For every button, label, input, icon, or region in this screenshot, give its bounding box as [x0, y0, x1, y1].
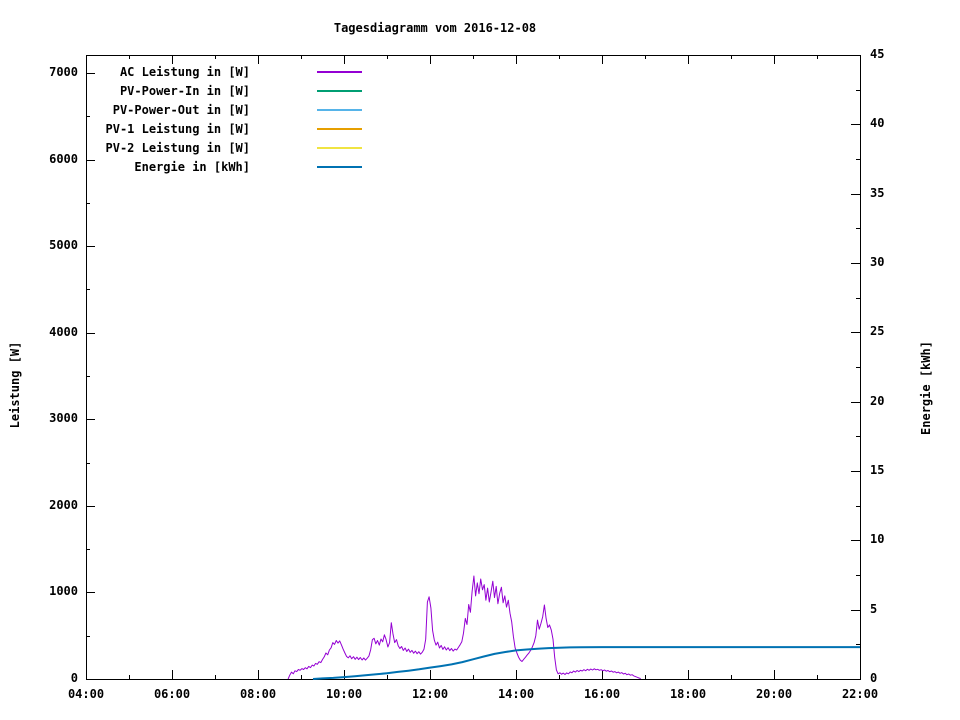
- x-tick-label: 18:00: [669, 687, 707, 701]
- right-y-tick-label: 45: [870, 47, 885, 61]
- legend-swatch: [317, 128, 362, 130]
- x-tick-label: 22:00: [841, 687, 879, 701]
- x-tick-label: 10:00: [325, 687, 363, 701]
- legend-swatch: [317, 166, 362, 168]
- left-y-tick-label: 3000: [49, 411, 78, 426]
- right-y-tick-label: 20: [870, 393, 885, 408]
- right-y-tick-label: 35: [870, 185, 885, 200]
- right-y-tick-label: 15: [870, 463, 885, 477]
- right-y-tick-label: 40: [870, 116, 885, 131]
- left-y-tick-label: 5000: [49, 238, 78, 253]
- series-line-5: [312, 646, 860, 680]
- right-y-tick-label: 5: [870, 601, 878, 616]
- right-y-tick-label: 30: [870, 255, 885, 269]
- right-axis-title: Energie [kWh]: [919, 341, 933, 435]
- x-tick-label: 08:00: [239, 687, 277, 701]
- chart-title: Tagesdiagramm vom 2016-12-08: [333, 21, 537, 35]
- legend-label: AC Leistung in [W]: [119, 65, 250, 79]
- legend-swatch: [317, 90, 362, 92]
- x-tick-label: 04:00: [67, 687, 105, 701]
- x-tick-label: 12:00: [411, 687, 449, 701]
- x-tick-label: 06:00: [153, 687, 191, 701]
- legend-swatch: [317, 71, 362, 73]
- x-tick-label: 16:00: [583, 687, 621, 701]
- left-y-tick-label: 2000: [49, 497, 78, 512]
- chart-canvas: Tagesdiagramm vom 2016-12-08 Leistung [W…: [0, 0, 960, 720]
- legend-label: Energie in [kWh]: [134, 160, 250, 174]
- left-axis-title: Leistung [W]: [8, 341, 22, 429]
- legend-label: PV-2 Leistung in [W]: [105, 141, 251, 155]
- right-y-tick-label: 0: [870, 671, 878, 685]
- right-y-tick-label: 10: [870, 532, 885, 547]
- legend-swatch: [317, 109, 362, 111]
- left-y-tick-label: 0: [70, 671, 78, 685]
- legend-swatch: [317, 147, 362, 149]
- series-line-0: [287, 575, 641, 680]
- right-y-tick-label: 25: [870, 324, 885, 339]
- x-tick-label: 20:00: [755, 687, 793, 701]
- legend-label: PV-Power-In in [W]: [119, 84, 250, 98]
- left-y-tick-label: 7000: [49, 65, 78, 79]
- legend-label: PV-Power-Out in [W]: [112, 103, 250, 117]
- legend-label: PV-1 Leistung in [W]: [105, 122, 251, 136]
- left-y-tick-label: 1000: [49, 584, 78, 599]
- left-y-tick-label: 6000: [49, 151, 78, 166]
- x-tick-label: 14:00: [497, 687, 535, 701]
- left-y-tick-label: 4000: [49, 324, 78, 339]
